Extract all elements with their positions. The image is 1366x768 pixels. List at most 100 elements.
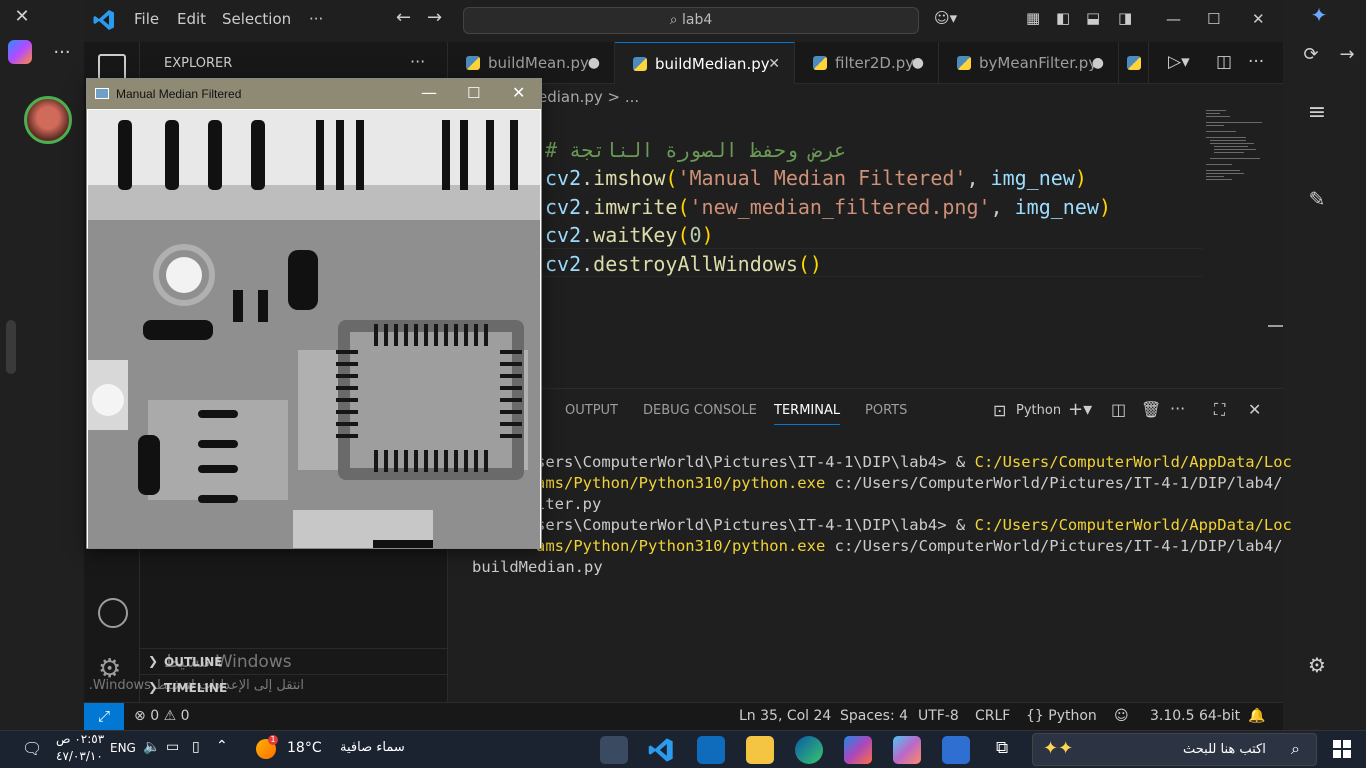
current-line-highlight	[538, 248, 1202, 277]
kill-terminal-icon[interactable]: 🗑	[1141, 400, 1161, 419]
edge-icon[interactable]	[795, 736, 823, 764]
modified-dot-icon: ●	[1091, 55, 1104, 71]
problems-indicator[interactable]: ⊗ 0 ⚠ 0	[134, 708, 190, 724]
error-count: 0	[150, 708, 160, 724]
notifications-icon[interactable]: 🗨	[22, 739, 42, 758]
network-icon[interactable]: ▭	[166, 739, 179, 755]
compose-icon[interactable]: ✎	[1297, 184, 1337, 214]
vscode-taskbar-icon[interactable]	[647, 736, 675, 764]
menu-icon[interactable]: ≡	[1297, 98, 1337, 128]
opencv-titlebar[interactable]: Manual Median Filtered — ☐ ✕	[87, 79, 541, 109]
file-explorer-icon[interactable]	[746, 736, 774, 764]
tab-overflow[interactable]	[1119, 42, 1149, 84]
minimize-icon[interactable]: —	[421, 83, 437, 102]
cursor-position[interactable]: Ln 35, Col 24	[739, 708, 831, 724]
toggle-panel-icon[interactable]: ⬓	[1086, 9, 1100, 27]
accounts-icon[interactable]	[98, 598, 128, 628]
maximize-icon[interactable]: ☐	[1207, 10, 1220, 28]
encoding[interactable]: UTF-8	[918, 708, 959, 724]
menu-more[interactable]: ···	[309, 10, 323, 28]
python-interpreter[interactable]: 3.10.5 64-bit	[1150, 708, 1240, 724]
remote-indicator-icon[interactable]: ⤢	[84, 703, 124, 730]
panel-tab-ports[interactable]: PORTS	[865, 403, 907, 418]
outlook-icon[interactable]	[697, 736, 725, 764]
notifications-bell-icon[interactable]: 🔔	[1248, 708, 1265, 724]
battery-icon[interactable]: ▯	[192, 739, 200, 755]
tab-buildmedian[interactable]: buildMedian.py ✕	[615, 42, 795, 84]
weather-badge: 1	[268, 735, 278, 745]
toggle-sidebar-icon[interactable]: ◧	[1056, 9, 1070, 27]
more-options-icon[interactable]: ···	[42, 38, 82, 68]
terminal-more-icon[interactable]: ···	[1170, 399, 1185, 418]
m365-icon[interactable]	[844, 736, 872, 764]
menu-edit[interactable]: Edit	[177, 10, 206, 28]
editor-scrollbar-marker[interactable]	[1268, 325, 1283, 327]
indentation[interactable]: Spaces: 4	[840, 708, 908, 724]
language-mode[interactable]: {} Python	[1026, 708, 1097, 724]
sidebar-scroll-handle[interactable]	[6, 320, 16, 374]
close-tab-icon[interactable]: ✕	[2, 2, 42, 32]
python-file-icon	[813, 56, 827, 70]
explorer-more-icon[interactable]: ···	[410, 52, 425, 71]
error-icon: ⊗	[134, 708, 146, 724]
copilot-sparkle-icon[interactable]: ✦	[1299, 0, 1339, 30]
python-file-icon	[466, 56, 480, 70]
windows-start-icon[interactable]	[1333, 740, 1351, 758]
taskbar-search-box[interactable]: ✦✦ اكتب هنا للبحث ⌕	[1032, 733, 1317, 766]
clock-date[interactable]: ٤٧/٠٣/١٠	[56, 749, 103, 763]
refresh-icon[interactable]: ⟳	[1291, 40, 1331, 70]
maximize-panel-icon[interactable]: ⛶	[1214, 400, 1225, 420]
code-line-waitkey: cv2.waitKey(0)	[545, 223, 714, 247]
settings-gear-icon[interactable]: ⚙	[1297, 650, 1337, 680]
forward-icon[interactable]: →	[1327, 40, 1366, 70]
editor-more-icon[interactable]: ···	[1248, 52, 1264, 72]
new-terminal-icon[interactable]: +▾	[1068, 399, 1092, 420]
layout-customize-icon[interactable]: ▦	[1026, 9, 1040, 27]
copilot-taskbar-icon[interactable]	[893, 736, 921, 764]
copilot-icon[interactable]: ☺▾	[934, 9, 957, 27]
copilot-status-icon[interactable]: ☺	[1114, 708, 1129, 724]
store-icon[interactable]	[942, 736, 970, 764]
modified-dot-icon: ●	[587, 55, 600, 71]
panel-tab-debug-console[interactable]: DEBUG CONSOLE	[643, 403, 757, 418]
minimap[interactable]	[1203, 110, 1269, 388]
menu-file[interactable]: File	[134, 10, 159, 28]
tab-bymeanfilter[interactable]: byMeanFilter.py ●	[939, 42, 1119, 84]
python-app-icon[interactable]	[600, 736, 628, 764]
run-python-icon[interactable]: ▷▾	[1168, 52, 1190, 72]
breadcrumb[interactable]: edian.py > ...	[448, 84, 1283, 110]
nav-forward-icon[interactable]: →	[427, 7, 442, 28]
maximize-icon[interactable]: ☐	[467, 84, 480, 102]
close-tab-icon[interactable]: ✕	[768, 43, 780, 85]
windows-taskbar: 🗨 ٠٢:٥٣ ص ٤٧/٠٣/١٠ ENG 🔈 ▭ ▯ ⌃ 1 18°C سم…	[0, 730, 1366, 768]
terminal-line: lter.py	[536, 495, 602, 513]
menu-selection[interactable]: Selection	[222, 10, 291, 28]
vscode-logo-icon	[92, 8, 116, 32]
code-editor[interactable]: # عرض وحفظ الصورة الناتجة cv2.imshow('Ma…	[448, 110, 1283, 388]
close-window-icon[interactable]: ✕	[512, 83, 525, 102]
nav-back-icon[interactable]: ←	[396, 7, 411, 28]
opencv-image-window[interactable]: Manual Median Filtered — ☐ ✕	[86, 78, 542, 549]
minimize-icon[interactable]: —	[1166, 10, 1181, 28]
split-terminal-icon[interactable]: ◫	[1111, 400, 1126, 419]
split-editor-icon[interactable]: ◫	[1216, 52, 1232, 72]
temperature[interactable]: 18°C	[287, 740, 322, 756]
command-center-search[interactable]: ⌕ lab4	[463, 7, 919, 34]
language-indicator[interactable]: ENG	[110, 741, 136, 755]
weather-description[interactable]: سماء صافية	[340, 740, 405, 755]
panel-tab-terminal[interactable]: TERMINAL	[774, 403, 841, 425]
close-panel-icon[interactable]: ✕	[1248, 400, 1261, 419]
volume-icon[interactable]: 🔈	[143, 739, 160, 755]
close-window-icon[interactable]: ✕	[1252, 10, 1265, 28]
terminal-profile-label[interactable]: Python	[1016, 403, 1061, 418]
show-hidden-icons-chevron-icon[interactable]: ⌃	[216, 738, 228, 754]
clock-time[interactable]: ٠٢:٥٣ ص	[56, 732, 104, 746]
tab-filter2d[interactable]: filter2D.py ●	[795, 42, 939, 84]
warning-count: 0	[180, 708, 190, 724]
toggle-secondary-sidebar-icon[interactable]: ◨	[1118, 9, 1132, 27]
line-endings[interactable]: CRLF	[975, 708, 1010, 724]
task-view-icon[interactable]: ⧉	[996, 738, 1008, 758]
panel-tab-output[interactable]: OUTPUT	[565, 403, 618, 418]
copilot-icon[interactable]	[8, 40, 32, 64]
profile-avatar[interactable]	[24, 96, 72, 144]
